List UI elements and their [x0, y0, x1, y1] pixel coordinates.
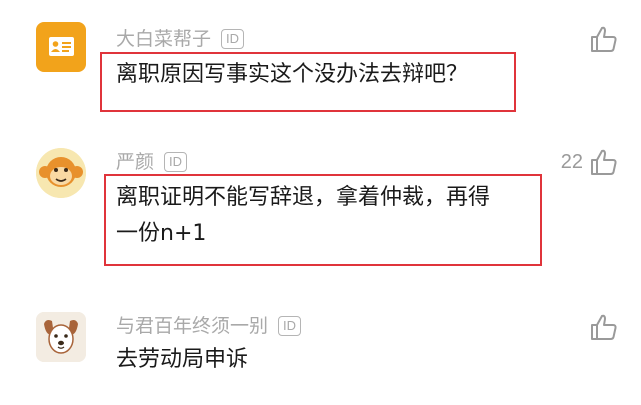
dog-avatar-icon: [36, 312, 86, 362]
avatar[interactable]: [36, 22, 86, 72]
avatar[interactable]: [36, 148, 86, 198]
username-text[interactable]: 大白菜帮子: [116, 28, 211, 50]
like-button[interactable]: [583, 24, 619, 54]
like-count: 22: [560, 150, 583, 173]
monkey-avatar-icon: [36, 148, 86, 198]
thumbs-up-icon: [591, 149, 617, 175]
thumbs-up-icon: [591, 26, 617, 52]
id-badge: ID: [221, 29, 245, 49]
comment-text-line: 一份n+1: [116, 221, 207, 246]
username-text[interactable]: 与君百年终须一别: [116, 315, 268, 337]
comment-text: 离职原因写事实这个没办法去辩吧？: [116, 57, 468, 93]
like-button[interactable]: [583, 312, 619, 342]
username[interactable]: 与君百年终须一别 ID: [116, 314, 302, 338]
username[interactable]: 严颜 ID: [116, 150, 188, 174]
id-badge: ID: [278, 316, 302, 336]
username[interactable]: 大白菜帮子 ID: [116, 27, 245, 51]
like-button[interactable]: 22: [561, 147, 619, 177]
comment-item: 大白菜帮子 ID 离职原因写事实这个没办法去辩吧？: [0, 0, 641, 130]
thumbs-up-icon: [591, 314, 617, 340]
comment-item: 与君百年终须一别 ID 去劳动局申诉: [0, 290, 641, 405]
comment-text-line: 去劳动局申诉: [116, 347, 249, 372]
id-badge: ID: [164, 152, 188, 172]
avatar[interactable]: [36, 312, 86, 362]
comment-text: 去劳动局申诉: [116, 342, 248, 378]
comment-text-line: 离职证明不能写辞退，拿着仲裁，再得: [116, 185, 491, 210]
comment-text: 离职证明不能写辞退，拿着仲裁，再得 一份n+1: [116, 180, 490, 252]
comment-text-line: 离职原因写事实这个没办法去辩吧？: [116, 62, 469, 87]
username-text[interactable]: 严颜: [116, 151, 154, 173]
id-card-avatar-icon: [49, 37, 74, 56]
comment-item: 严颜 ID 离职证明不能写辞退，拿着仲裁，再得 一份n+1 22: [0, 130, 641, 290]
